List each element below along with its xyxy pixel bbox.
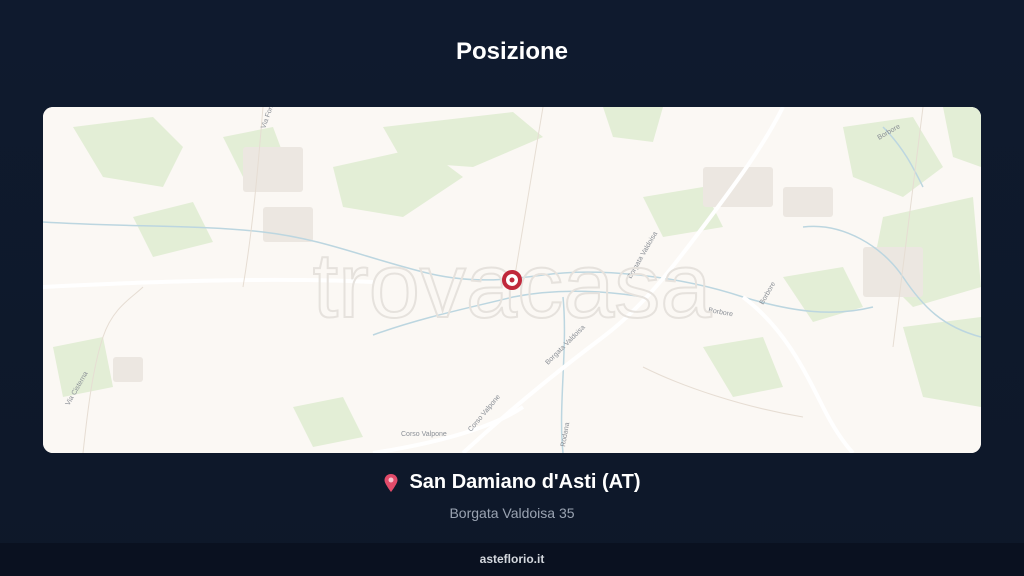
- road-label-corso-valpone: Corso Valpone: [401, 431, 447, 438]
- footer-site[interactable]: asteflorio.it: [480, 552, 545, 566]
- pin-icon: [384, 473, 398, 492]
- page-title: Posizione: [455, 38, 569, 65]
- location-marker-icon[interactable]: [502, 270, 522, 290]
- footer: asteflorio.it: [0, 543, 1024, 576]
- location-name: San Damiano d'Asti (AT): [409, 471, 641, 493]
- location-address: Borgata Valdoisa 35: [449, 504, 575, 521]
- location-info: San Damiano d'Asti (AT) Borgata Valdoisa…: [0, 471, 1024, 521]
- map[interactable]: Via Fornaci Borgata Valdoisa Borgata Val…: [43, 107, 981, 453]
- map-canvas[interactable]: Via Fornaci Borgata Valdoisa Borgata Val…: [43, 107, 981, 453]
